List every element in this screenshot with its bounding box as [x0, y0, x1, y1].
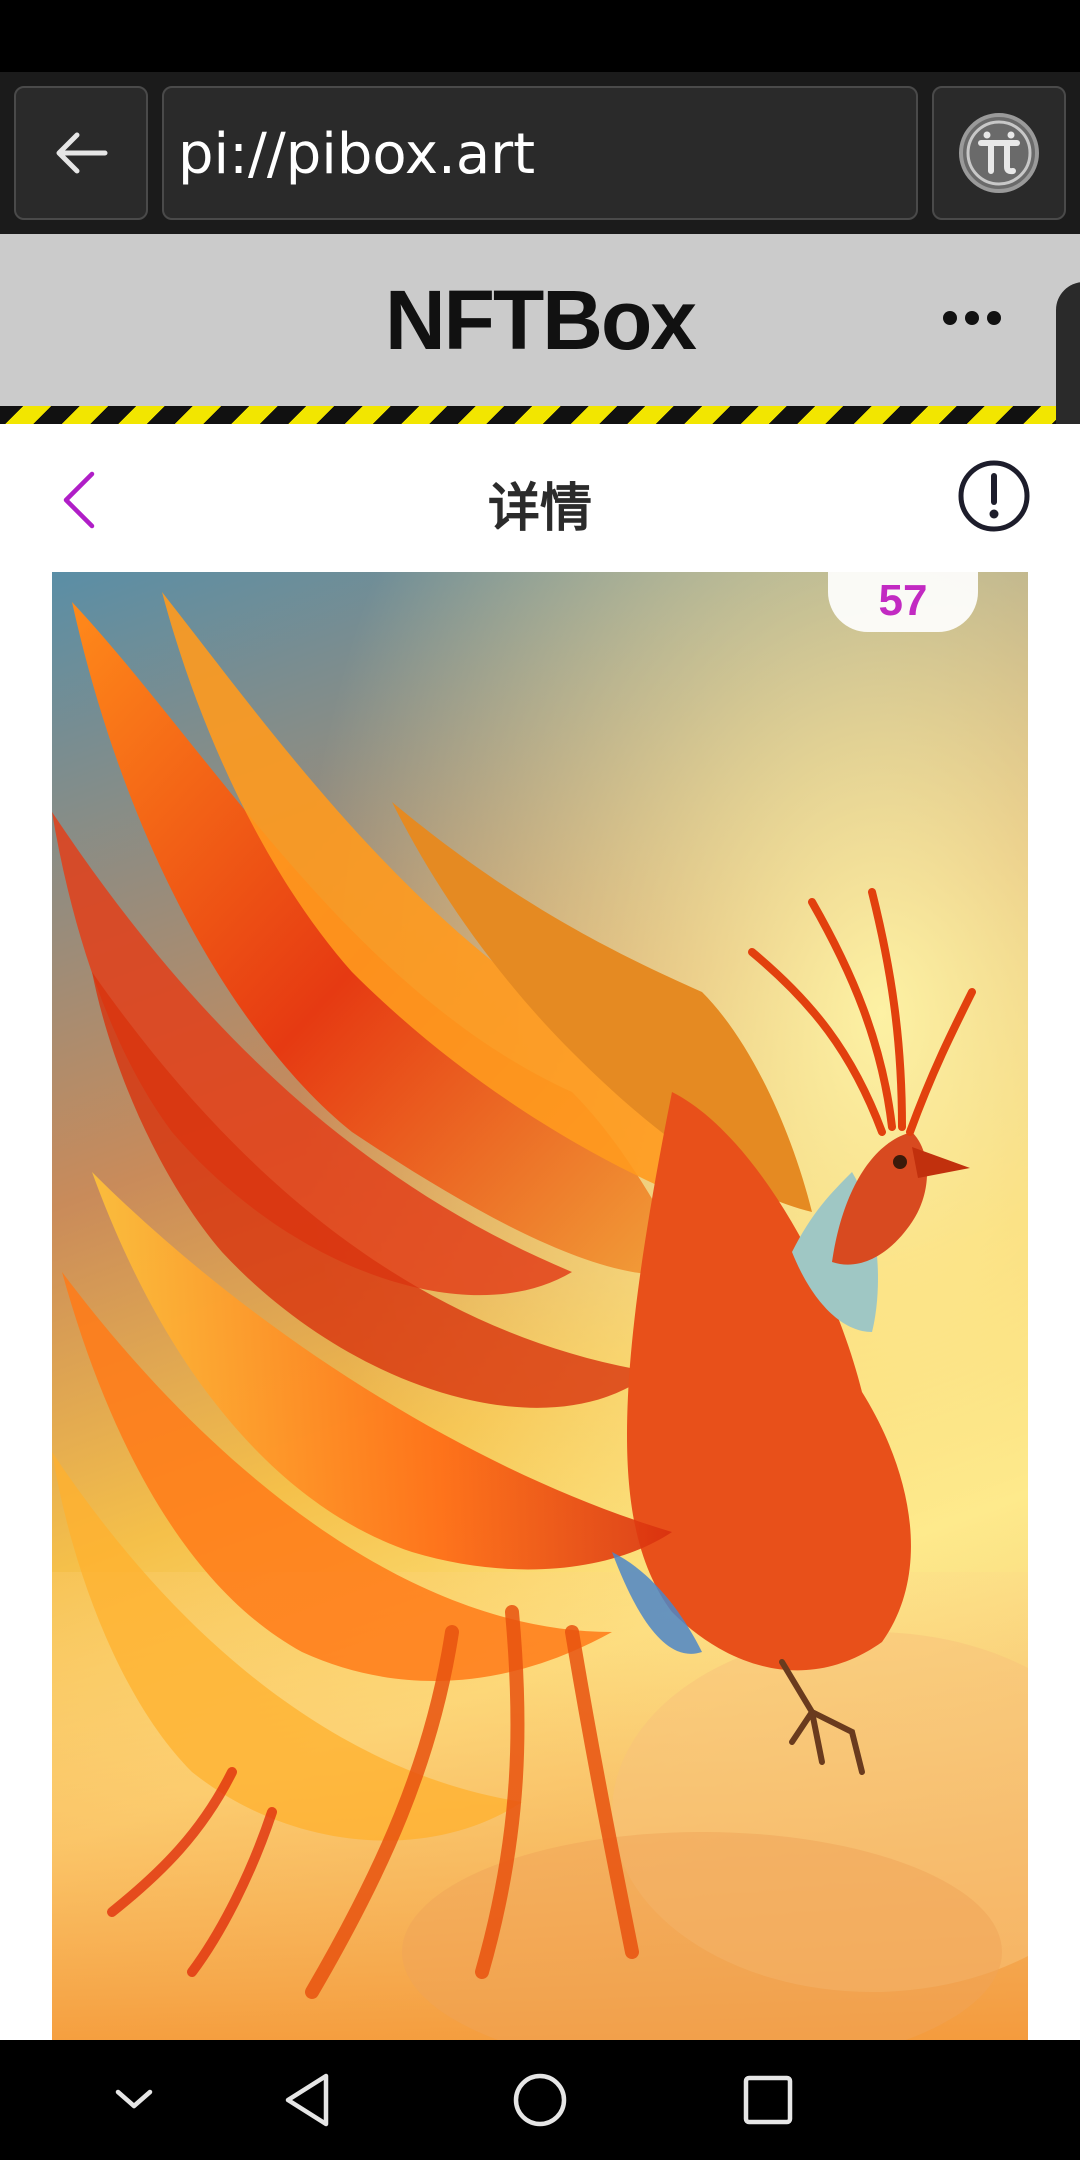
- system-navigation-bar: [0, 2040, 1080, 2160]
- status-bar: [0, 0, 1080, 72]
- nav-home-button[interactable]: [502, 2062, 578, 2138]
- pi-logo-icon: [959, 113, 1039, 193]
- hide-keyboard-icon: [115, 2089, 153, 2109]
- recents-square-icon: [743, 2075, 793, 2125]
- nav-back-button[interactable]: [270, 2062, 346, 2138]
- more-menu-button[interactable]: [940, 298, 1004, 338]
- nav-recents-button[interactable]: [730, 2062, 806, 2138]
- url-text: pi://pibox.art: [178, 122, 536, 187]
- phoenix-artwork: [52, 572, 1028, 2040]
- app-title: NFTBox: [385, 273, 697, 367]
- info-button[interactable]: [956, 458, 1032, 534]
- more-horizontal-icon: [943, 311, 1001, 325]
- pi-browser-button[interactable]: [932, 86, 1066, 220]
- home-circle-icon: [513, 2073, 567, 2127]
- arrow-left-icon: [56, 132, 108, 174]
- nft-artwork-image[interactable]: [52, 572, 1028, 2040]
- app-header: NFTBox: [0, 234, 1080, 406]
- hazard-stripe-divider: [0, 406, 1080, 424]
- browser-toolbar: pi://pibox.art: [0, 72, 1080, 234]
- page-header: 详情: [0, 424, 1080, 572]
- back-triangle-icon: [285, 2073, 329, 2127]
- artwork-count-badge: 57: [828, 560, 978, 632]
- browser-back-button[interactable]: [14, 86, 148, 220]
- address-bar[interactable]: pi://pibox.art: [162, 86, 918, 220]
- info-circle-icon: [958, 460, 1030, 532]
- page-title: 详情: [487, 479, 592, 539]
- hide-keyboard-button[interactable]: [96, 2062, 172, 2138]
